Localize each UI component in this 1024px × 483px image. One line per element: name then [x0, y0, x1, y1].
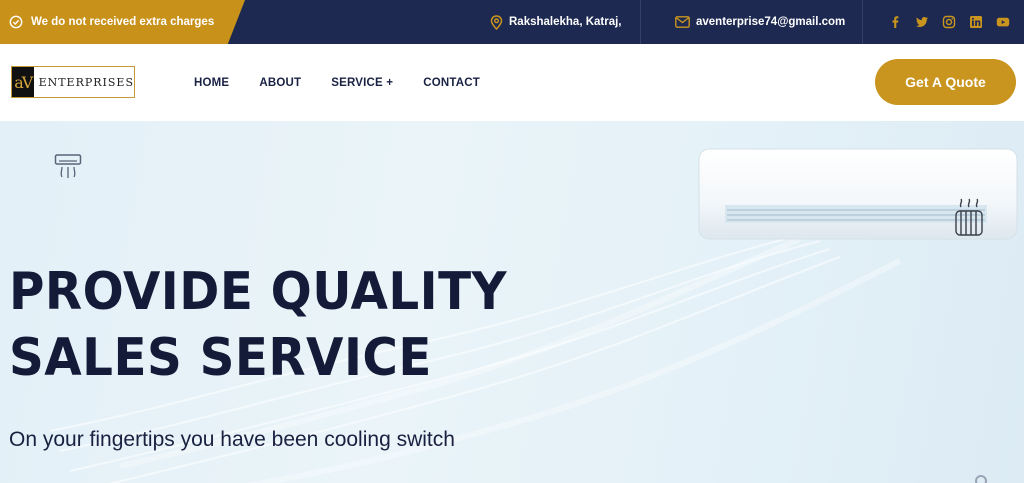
main-navbar: aV ENTERPRISES HOME ABOUT SERVICE + CONT…	[0, 44, 1024, 121]
logo-mark: aV	[12, 67, 34, 97]
divider	[862, 0, 863, 44]
nav-service[interactable]: SERVICE +	[331, 77, 393, 89]
site-logo[interactable]: aV ENTERPRISES	[11, 66, 135, 98]
hero-title-line-1: PROVIDE QUALITY	[9, 262, 508, 322]
hero-subtitle: On your fingertips you have been cooling…	[9, 428, 455, 451]
nav-contact[interactable]: CONTACT	[423, 77, 480, 89]
map-pin-icon	[490, 14, 503, 30]
hero-title: PROVIDE QUALITY SALES SERVICE	[9, 259, 507, 391]
address-text: Rakshalekha, Katraj,	[509, 16, 622, 28]
nav-about[interactable]: ABOUT	[259, 77, 301, 89]
hero-section: PROVIDE QUALITY SALES SERVICE On your fi…	[0, 121, 1024, 483]
email-item[interactable]: aventerprise74@gmail.com	[675, 0, 845, 44]
nav-home[interactable]: HOME	[194, 77, 229, 89]
mail-icon	[675, 16, 690, 28]
social-links	[888, 0, 1010, 44]
air-conditioner-icon	[54, 154, 82, 178]
scroll-indicator-icon[interactable]	[975, 475, 987, 483]
get-a-quote-button[interactable]: Get A Quote	[875, 59, 1016, 105]
badge-check-icon	[9, 15, 23, 29]
facebook-icon[interactable]	[888, 15, 902, 29]
air-conditioner-unit-image	[698, 148, 1018, 240]
main-menu: HOME ABOUT SERVICE + CONTACT	[194, 44, 510, 121]
twitter-icon[interactable]	[915, 15, 929, 29]
linkedin-icon[interactable]	[969, 15, 983, 29]
top-bar: We do not received extra charges Rakshal…	[0, 0, 1024, 44]
logo-text: ENTERPRISES	[38, 75, 134, 89]
hero-title-line-2: SALES SERVICE	[9, 328, 432, 388]
instagram-icon[interactable]	[942, 15, 956, 29]
address-item[interactable]: Rakshalekha, Katraj,	[490, 0, 622, 44]
promo-text: We do not received extra charges	[31, 16, 215, 28]
promo-banner: We do not received extra charges	[0, 0, 245, 44]
youtube-icon[interactable]	[996, 15, 1010, 29]
divider	[640, 0, 641, 44]
email-text: aventerprise74@gmail.com	[696, 16, 846, 28]
